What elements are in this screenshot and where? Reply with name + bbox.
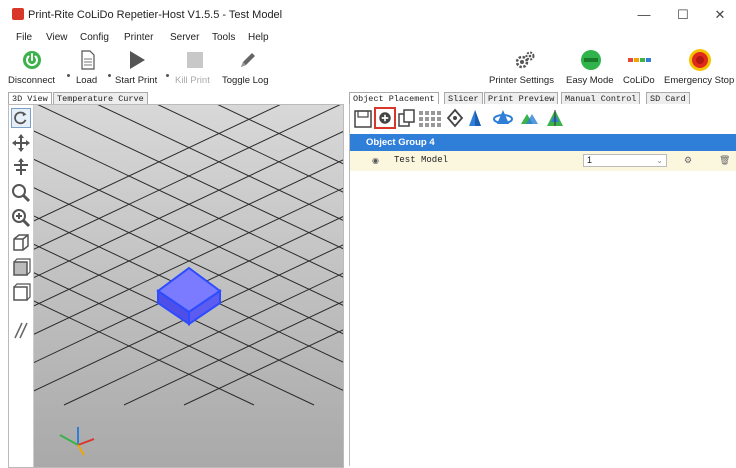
rotate-object-icon[interactable] <box>492 108 514 128</box>
isometric-view-icon[interactable] <box>11 233 31 253</box>
stop-icon <box>187 52 203 68</box>
move-icon[interactable] <box>11 133 31 153</box>
easy-mode-icon <box>581 50 601 70</box>
maximize-button[interactable]: ☐ <box>667 4 699 26</box>
toggle-log-label: Toggle Log <box>222 75 269 86</box>
object-toolbar <box>352 106 732 130</box>
drop-object-icon[interactable] <box>466 108 484 128</box>
save-icon[interactable] <box>354 108 372 128</box>
printer-settings-label: Printer Settings <box>489 75 554 86</box>
menu-file[interactable]: File <box>16 32 32 43</box>
parallel-projection-icon[interactable] <box>11 320 31 340</box>
disconnect-button[interactable]: Disconnect <box>6 46 60 90</box>
colido-logo-icon <box>628 58 651 62</box>
load-label: Load <box>76 75 98 86</box>
minimize-button[interactable]: — <box>628 4 660 26</box>
copies-select[interactable]: 1 ⌄ <box>583 154 667 167</box>
easy-mode-button[interactable]: Easy Mode <box>564 46 618 90</box>
menu-tools[interactable]: Tools <box>212 32 235 43</box>
model-name: Test Model <box>394 155 449 165</box>
toggle-log-button[interactable]: Toggle Log <box>220 46 276 90</box>
scale-object-icon[interactable] <box>544 108 566 128</box>
start-print-label: Start Print <box>115 75 158 86</box>
right-tab-bar: Object Placement Slicer Print Preview Ma… <box>349 92 736 105</box>
kill-print-label: Kill Print <box>175 75 210 86</box>
copy-objects-icon[interactable] <box>398 108 416 128</box>
mirror-object-icon[interactable] <box>518 108 540 128</box>
toolbar-separator <box>67 74 70 77</box>
kill-print-button[interactable]: Kill Print <box>172 46 218 90</box>
zoom-fit-icon[interactable] <box>11 208 31 228</box>
model-list-row[interactable]: ◉ Test Model 1 ⌄ ⚙ 🗑 <box>350 151 736 171</box>
window-title: Print-Rite CoLiDo Repetier-Host V1.5.5 -… <box>28 9 283 21</box>
move-object-icon[interactable] <box>11 157 31 177</box>
eye-icon[interactable]: ◉ <box>372 156 379 165</box>
menu-help[interactable]: Help <box>248 32 269 43</box>
toolbar-separator <box>108 74 111 77</box>
colido-label: CoLiDo <box>623 75 655 86</box>
disconnect-label: Disconnect <box>8 75 55 86</box>
menu-bar: File View Config Printer Server Tools He… <box>0 30 736 46</box>
main-toolbar: Disconnect Load Start Print Kill Print T… <box>0 46 736 90</box>
view-tools-column <box>9 105 34 467</box>
colido-button[interactable]: CoLiDo <box>620 46 660 90</box>
emergency-stop-icon <box>689 49 711 71</box>
emergency-stop-button[interactable]: Emergency Stop <box>662 46 736 90</box>
gears-icon <box>515 51 535 69</box>
front-view-icon[interactable] <box>11 258 31 278</box>
chevron-down-icon: ⌄ <box>656 156 663 165</box>
menu-printer[interactable]: Printer <box>124 32 153 43</box>
object-group-header[interactable]: Object Group 4 <box>350 134 736 151</box>
top-view-icon[interactable] <box>11 283 31 303</box>
copies-value: 1 <box>587 155 593 165</box>
zoom-icon[interactable] <box>11 183 31 203</box>
file-icon <box>81 50 95 70</box>
easy-mode-label: Easy Mode <box>566 75 614 86</box>
autoposition-icon[interactable] <box>418 108 442 128</box>
emergency-stop-label: Emergency Stop <box>664 75 735 86</box>
close-button[interactable]: ✕ <box>704 4 736 26</box>
add-object-icon[interactable] <box>374 107 396 129</box>
load-button[interactable]: Load <box>72 46 104 90</box>
toolbar-separator <box>166 74 169 77</box>
printer-settings-button[interactable]: Printer Settings <box>488 46 562 90</box>
pencil-icon <box>241 53 255 67</box>
menu-server[interactable]: Server <box>170 32 199 43</box>
rotate-icon[interactable] <box>11 108 31 128</box>
app-icon <box>12 8 24 20</box>
object-placement-panel: Object Group 4 ◉ Test Model 1 ⌄ ⚙ 🗑 <box>349 104 736 466</box>
power-icon <box>23 51 41 69</box>
center-object-icon[interactable] <box>446 108 464 128</box>
3d-view-panel <box>8 104 344 468</box>
build-plate-canvas[interactable] <box>34 105 343 467</box>
start-print-button[interactable]: Start Print <box>112 46 162 90</box>
title-bar: Print-Rite CoLiDo Repetier-Host V1.5.5 -… <box>0 0 736 30</box>
play-icon <box>130 51 145 69</box>
settings-icon[interactable]: ⚙ <box>684 155 692 166</box>
menu-config[interactable]: Config <box>80 32 109 43</box>
menu-view[interactable]: View <box>46 32 68 43</box>
delete-icon[interactable]: 🗑 <box>719 155 730 166</box>
left-tab-bar: 3D View Temperature Curve <box>8 92 346 105</box>
